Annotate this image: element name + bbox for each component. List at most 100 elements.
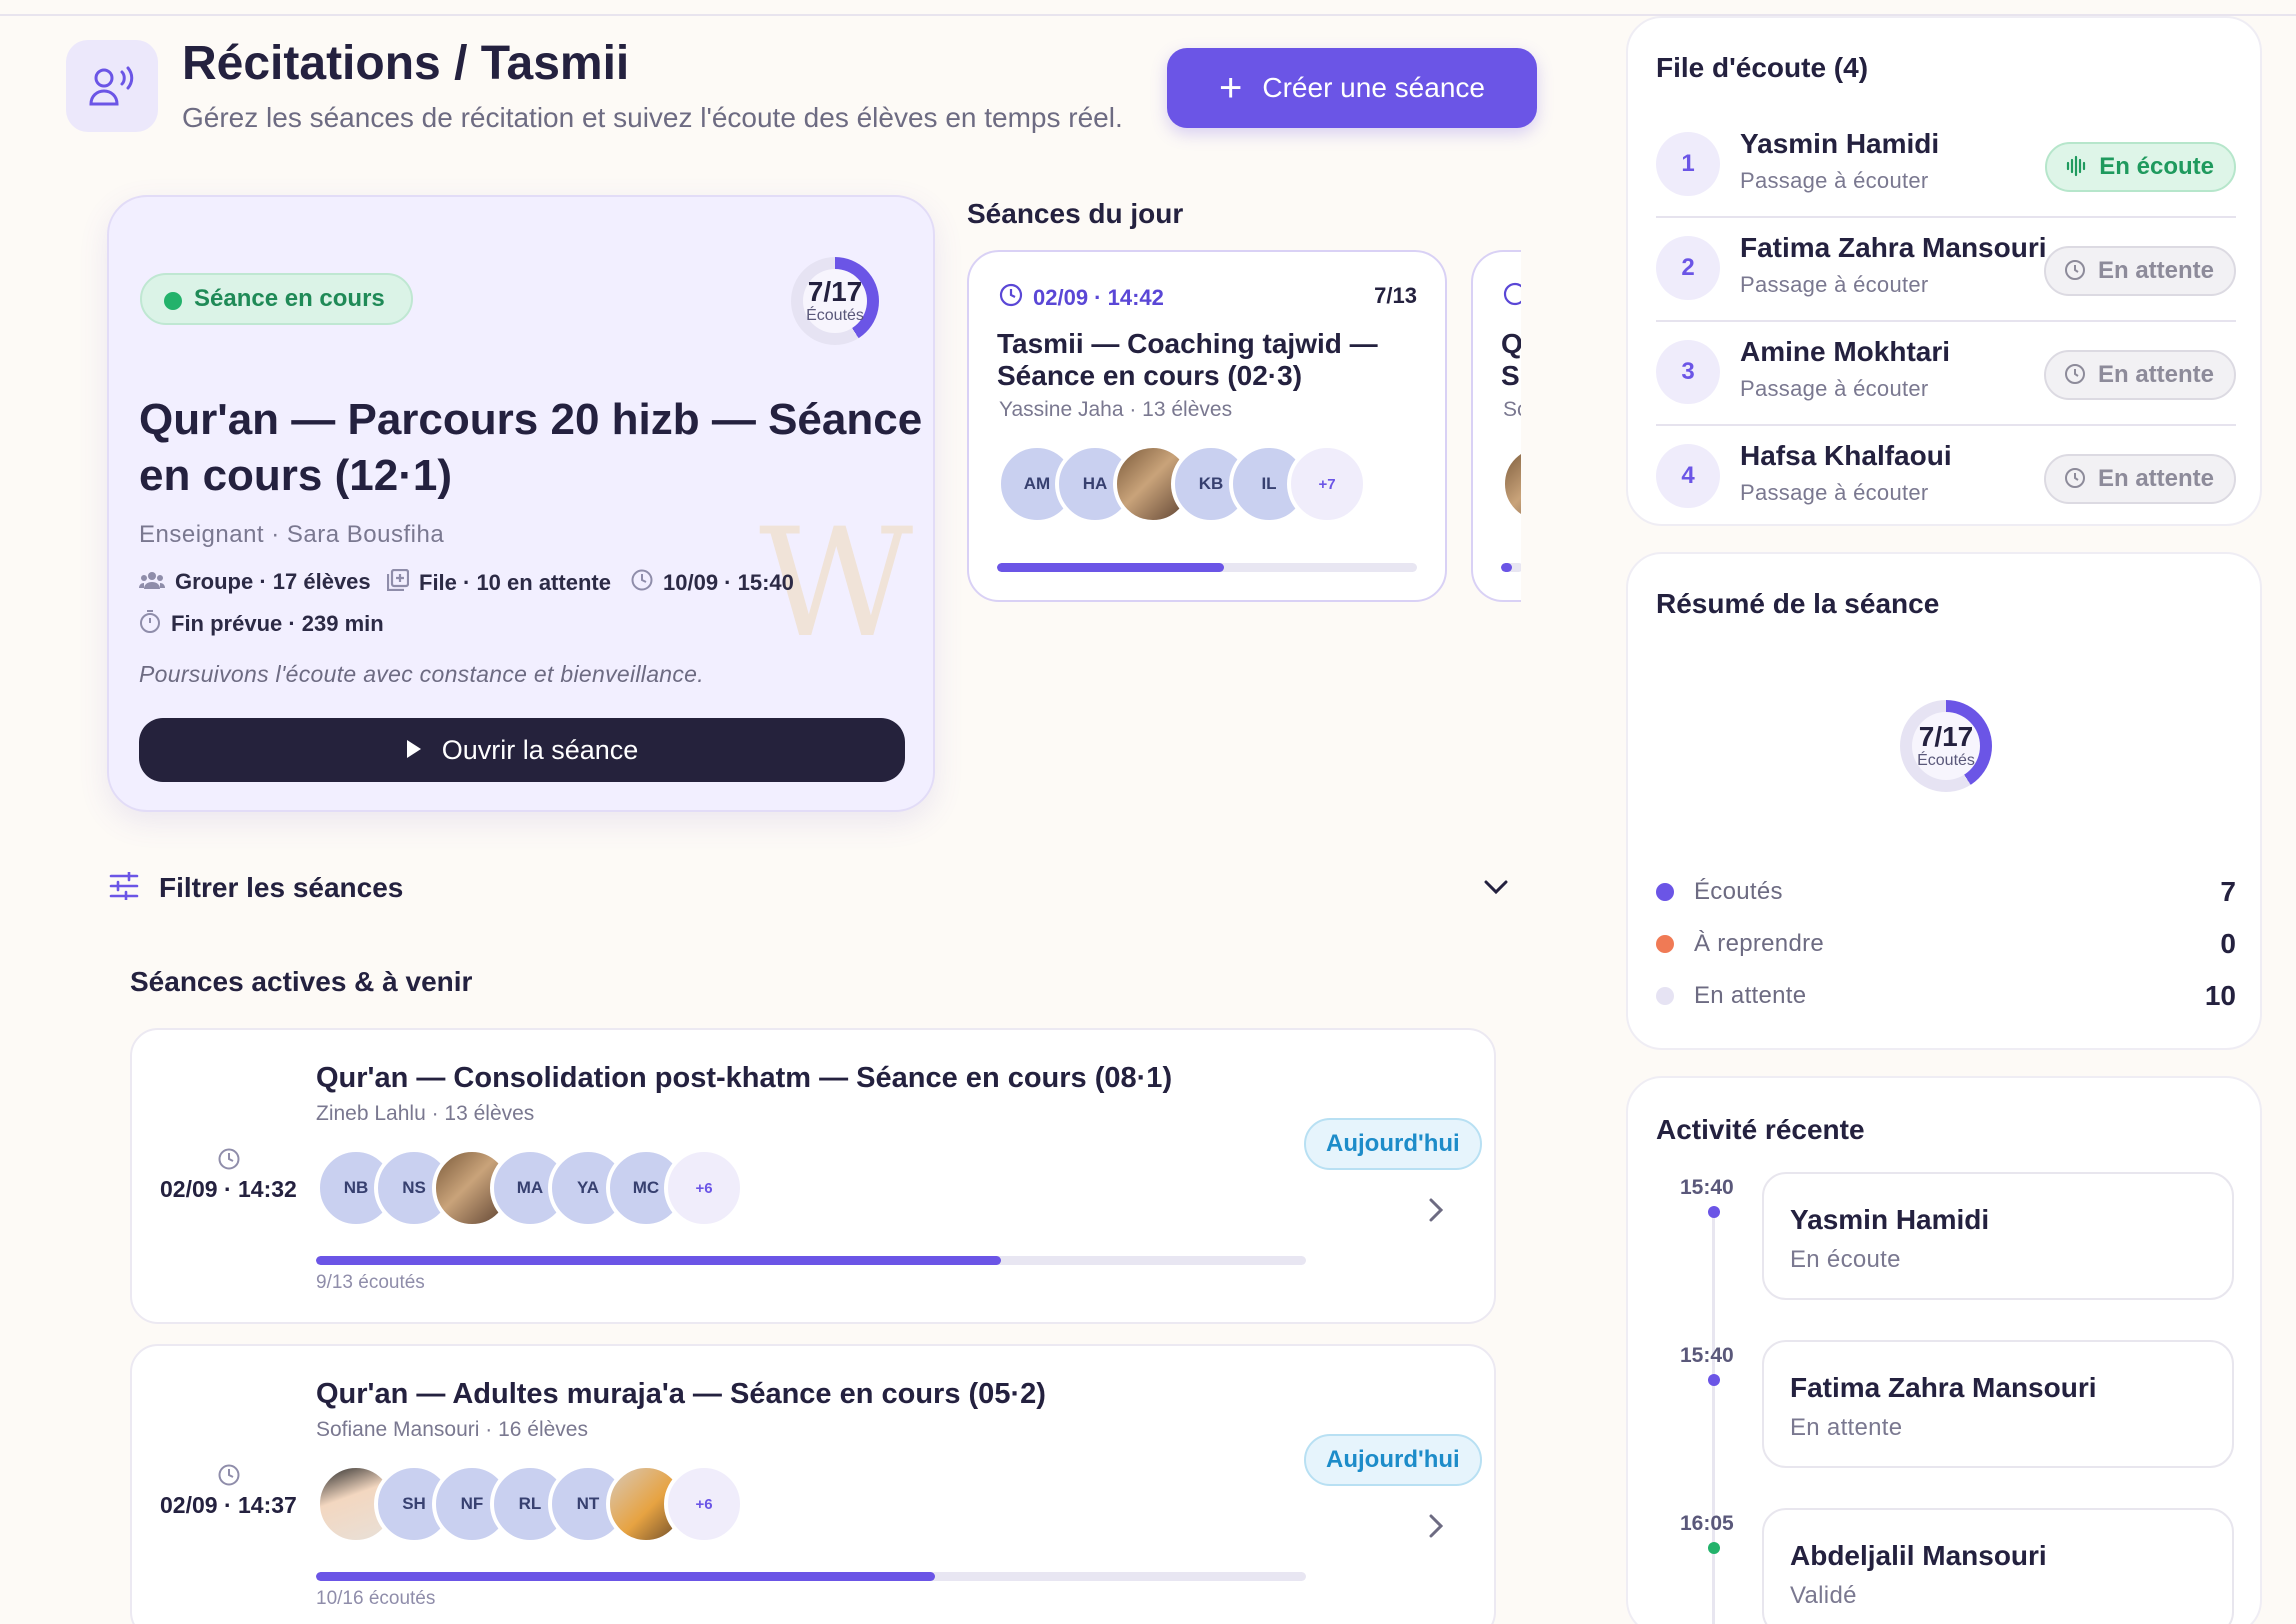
queue-item[interactable]: 2 Fatima Zahra Mansouri Passage à écoute… — [1656, 218, 2236, 322]
open-session-label: Ouvrir la séance — [441, 734, 639, 765]
legend-listened: Écoutés 7 — [1656, 872, 2236, 912]
hero-end-meta: Fin prévue · 239 min — [139, 609, 384, 639]
clock-icon — [631, 569, 653, 597]
legend-value: 10 — [2204, 980, 2236, 1011]
session-title: Qur'an — Consolidation post-khatm — Séan… — [316, 1062, 1173, 1094]
hero-datetime-meta: 10/09 · 15:40 — [631, 569, 794, 597]
activity-name: Fatima Zahra Mansouri — [1790, 1372, 2097, 1403]
hero-end-text: Fin prévue · 239 min — [171, 611, 384, 636]
listening-badge: En écoute — [2045, 142, 2236, 192]
active-sessions-heading: Séances actives & à venir — [130, 966, 473, 997]
queue-item[interactable]: 4 Hafsa Khalfaoui Passage à écouter En a… — [1656, 426, 2236, 530]
queue-student-name: Amine Mokhtari — [1740, 336, 1951, 367]
hero-progress-ring: 7/17 Écoutés — [791, 257, 879, 345]
activity-card[interactable]: Yasmin Hamidi En écoute — [1762, 1172, 2234, 1300]
activity-time: 15:40 — [1680, 1176, 1734, 1199]
chevron-right-icon[interactable] — [1428, 1506, 1444, 1548]
summary-ring-value: 7/17 — [1918, 721, 1974, 752]
hero-group-meta: Groupe · 17 élèves — [139, 569, 371, 595]
queue-student-name: Yasmin Hamidi — [1740, 128, 1940, 159]
chevron-right-icon[interactable] — [1428, 1190, 1444, 1232]
recitation-voice-icon — [66, 40, 158, 132]
waiting-badge: En attente — [2043, 246, 2236, 296]
hero-group-text: Groupe · 17 élèves — [175, 569, 371, 594]
summary-title: Résumé de la séance — [1656, 588, 1940, 619]
timer-icon — [139, 609, 161, 639]
legend-dot — [1656, 935, 1674, 953]
session-avatars: NB NS MA YA MC +6 — [316, 1148, 744, 1228]
queue-item[interactable]: 1 Yasmin Hamidi Passage à écouter En éco… — [1656, 114, 2236, 218]
activity-status: Validé — [1790, 1582, 1857, 1609]
hero-teacher: Enseignant · Sara Bousfiha — [139, 521, 445, 548]
session-summary-panel: Résumé de la séance 7/17 Écoutés Écoutés… — [1626, 552, 2262, 1050]
queue-icon — [386, 568, 410, 597]
current-session-card: W Séance en cours 7/17 Écoutés Qur'an — … — [107, 195, 935, 812]
legend-redo: À reprendre 0 — [1656, 924, 2236, 964]
partial-card-progress-fill — [1501, 563, 1512, 572]
page-title: Récitations / Tasmii — [182, 37, 630, 90]
hero-queue-text: File · 10 en attente — [419, 570, 611, 595]
activity-card[interactable]: Abdeljalil Mansouri Validé — [1762, 1508, 2234, 1624]
session-title: Qur'an — Adultes muraja'a — Séance en co… — [316, 1378, 1046, 1410]
audio-wave-icon — [2065, 155, 2087, 183]
avatar-more: +6 — [664, 1148, 744, 1228]
partial-card-title: Q S — [1501, 328, 1521, 391]
session-date: 02/09 · 14:37 — [160, 1492, 297, 1518]
clock-icon — [1503, 282, 1521, 311]
waiting-badge-label: En attente — [2097, 361, 2214, 388]
today-session-card-partial[interactable]: Q S Sc — [1471, 250, 1521, 602]
activity-status: En écoute — [1790, 1246, 1901, 1273]
session-progress — [316, 1256, 1306, 1265]
recent-activity-panel: Activité récente 15:40 Yasmin Hamidi En … — [1626, 1076, 2262, 1624]
avatar-more: +7 — [1287, 444, 1367, 524]
legend-waiting: En attente 10 — [1656, 976, 2236, 1016]
session-card[interactable]: 02/09 · 14:32 Qur'an — Consolidation pos… — [130, 1028, 1496, 1324]
filter-label: Filtrer les séances — [159, 872, 404, 903]
queue-number: 3 — [1656, 340, 1720, 404]
hero-progress-label: Écoutés — [806, 307, 864, 324]
waiting-badge: En attente — [2043, 454, 2236, 504]
legend-label: À reprendre — [1694, 930, 1825, 957]
session-progress-fill — [316, 1572, 935, 1581]
session-date: 02/09 · 14:32 — [160, 1176, 297, 1202]
session-listened-count: 10/16 écoutés — [316, 1588, 436, 1609]
today-card-progress — [997, 563, 1417, 572]
today-card-count: 7/13 — [1374, 283, 1417, 308]
hero-queue-meta: File · 10 en attente — [386, 568, 611, 597]
queue-student-sub: Passage à écouter — [1740, 376, 1929, 401]
play-icon — [406, 735, 422, 766]
clock-icon — [218, 1464, 240, 1492]
create-session-button[interactable]: + Créer une séance — [1167, 48, 1537, 128]
clock-icon — [2064, 363, 2086, 391]
queue-number: 2 — [1656, 236, 1720, 300]
activity-name: Abdeljalil Mansouri — [1790, 1540, 2047, 1571]
chevron-down-icon — [1483, 870, 1509, 902]
open-session-button[interactable]: Ouvrir la séance — [139, 718, 905, 782]
filter-sessions-toggle[interactable]: Filtrer les séances — [109, 868, 1509, 908]
legend-dot — [1656, 987, 1674, 1005]
group-icon — [139, 569, 165, 595]
queue-item[interactable]: 3 Amine Mokhtari Passage à écouter En at… — [1656, 322, 2236, 426]
today-badge: Aujourd'hui — [1304, 1434, 1482, 1486]
activity-time: 16:05 — [1680, 1512, 1734, 1535]
partial-card-subtitle: Sc — [1503, 398, 1521, 421]
waiting-badge-label: En attente — [2097, 257, 2214, 284]
legend-value: 0 — [2220, 928, 2236, 959]
today-card-avatars: AM HA KB IL +7 — [997, 444, 1367, 524]
today-session-card[interactable]: 02/09 · 14:42 7/13 Tasmii — Coaching taj… — [967, 250, 1447, 602]
session-live-badge: Séance en cours — [140, 273, 413, 325]
activity-card[interactable]: Fatima Zahra Mansouri En attente — [1762, 1340, 2234, 1468]
create-session-label: Créer une séance — [1262, 72, 1485, 103]
today-card-title: Tasmii — Coaching tajwid — Séance en cou… — [997, 328, 1378, 391]
clock-icon — [2064, 259, 2086, 287]
hero-progress-value: 7/17 — [807, 276, 863, 307]
queue-number: 4 — [1656, 444, 1720, 508]
clock-icon — [218, 1148, 240, 1176]
page-subtitle: Gérez les séances de récitation et suive… — [182, 102, 1123, 133]
session-card[interactable]: 02/09 · 14:37 Qur'an — Adultes muraja'a … — [130, 1344, 1496, 1624]
activity-status: En attente — [1790, 1414, 1903, 1441]
today-badge: Aujourd'hui — [1304, 1118, 1482, 1170]
today-card-time: 02/09 · 14:42 — [999, 283, 1164, 313]
queue-student-sub: Passage à écouter — [1740, 168, 1929, 193]
queue-student-sub: Passage à écouter — [1740, 480, 1929, 505]
